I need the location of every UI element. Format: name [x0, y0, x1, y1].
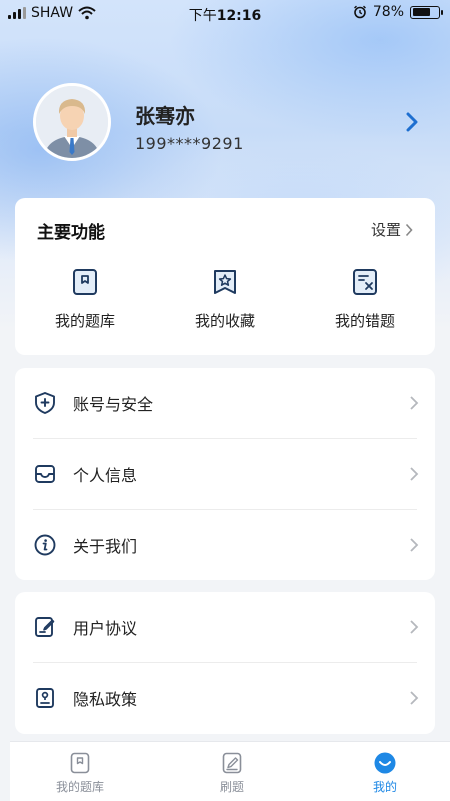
menu-item-user-agreement[interactable]: 用户协议	[15, 592, 435, 662]
tab-question-bank[interactable]: 我的题库	[30, 742, 130, 801]
menu-item-personal-info[interactable]: 个人信息	[15, 439, 435, 509]
battery-percent: 78%	[372, 4, 404, 20]
menu-item-label: 隐私政策	[73, 690, 138, 709]
tab-practice[interactable]: 刷题	[182, 742, 282, 801]
info-icon	[34, 534, 56, 556]
tab-label: 我的题库	[55, 780, 104, 794]
menu-item-about-us[interactable]: 关于我们	[15, 510, 435, 580]
tab-mine[interactable]: 我的	[335, 742, 435, 801]
profile-header[interactable]: 张骞亦 199****9291	[0, 80, 450, 170]
status-right: 78%	[353, 4, 443, 20]
settings-link[interactable]: 设置	[371, 219, 413, 240]
profile-smile-icon	[374, 752, 396, 774]
feature-grid: 我的题库 我的收藏 我的错题	[15, 268, 435, 331]
main-functions-title: 主要功能	[37, 223, 105, 243]
feature-wrong-questions[interactable]: 我的错题	[295, 268, 435, 331]
settings-label: 设置	[370, 221, 401, 239]
feature-label: 我的收藏	[194, 312, 255, 330]
feature-favorites[interactable]: 我的收藏	[155, 268, 295, 331]
menu-group-legal: 用户协议 隐私政策	[15, 592, 435, 734]
user-phone: 199****9291	[135, 134, 244, 153]
menu-item-label: 账号与安全	[73, 395, 154, 414]
chevron-right-icon	[410, 396, 419, 410]
battery-fill	[412, 8, 431, 16]
status-bar: SHAW 下午12:16 78%	[0, 0, 450, 26]
wrong-questions-icon	[353, 269, 377, 295]
chevron-right-icon	[410, 538, 419, 552]
question-bank-icon	[73, 269, 97, 295]
menu-item-account-security[interactable]: 账号与安全	[15, 368, 435, 438]
shield-plus-icon	[35, 392, 55, 414]
menu-item-privacy-policy[interactable]: 隐私政策	[15, 663, 435, 733]
menu-item-label: 关于我们	[73, 537, 138, 556]
main-functions-card: 主要功能 设置 我的题库 我的收藏 我的错题	[15, 198, 435, 355]
avatar[interactable]	[33, 83, 111, 161]
tab-label: 刷题	[219, 780, 244, 794]
feature-label: 我的错题	[334, 312, 395, 330]
edit-document-icon	[35, 617, 55, 637]
question-bank-icon	[70, 752, 90, 774]
inbox-icon	[35, 465, 55, 483]
user-name: 张骞亦	[135, 104, 195, 128]
chevron-right-icon[interactable]	[402, 110, 422, 134]
time-prefix: 下午	[188, 8, 217, 24]
menu-item-label: 用户协议	[73, 619, 138, 638]
favorites-icon	[214, 270, 236, 294]
menu-group-account: 账号与安全 个人信息 关于我们	[15, 368, 435, 580]
feature-question-bank[interactable]: 我的题库	[15, 268, 155, 331]
edit-icon	[222, 752, 242, 774]
chevron-right-icon	[410, 620, 419, 634]
tab-label: 我的	[372, 780, 397, 794]
feature-label: 我的题库	[54, 312, 115, 330]
user-avatar-icon	[36, 86, 108, 158]
battery-icon	[410, 5, 443, 19]
chevron-right-icon	[410, 467, 419, 481]
alarm-icon	[353, 5, 366, 19]
chevron-right-icon	[410, 691, 419, 705]
bottom-tab-bar: 我的题库 刷题 我的	[10, 741, 450, 801]
time-value: 12:16	[216, 8, 262, 24]
menu-item-label: 个人信息	[73, 466, 138, 485]
chevron-right-icon	[405, 223, 413, 236]
privacy-document-icon	[36, 688, 54, 708]
